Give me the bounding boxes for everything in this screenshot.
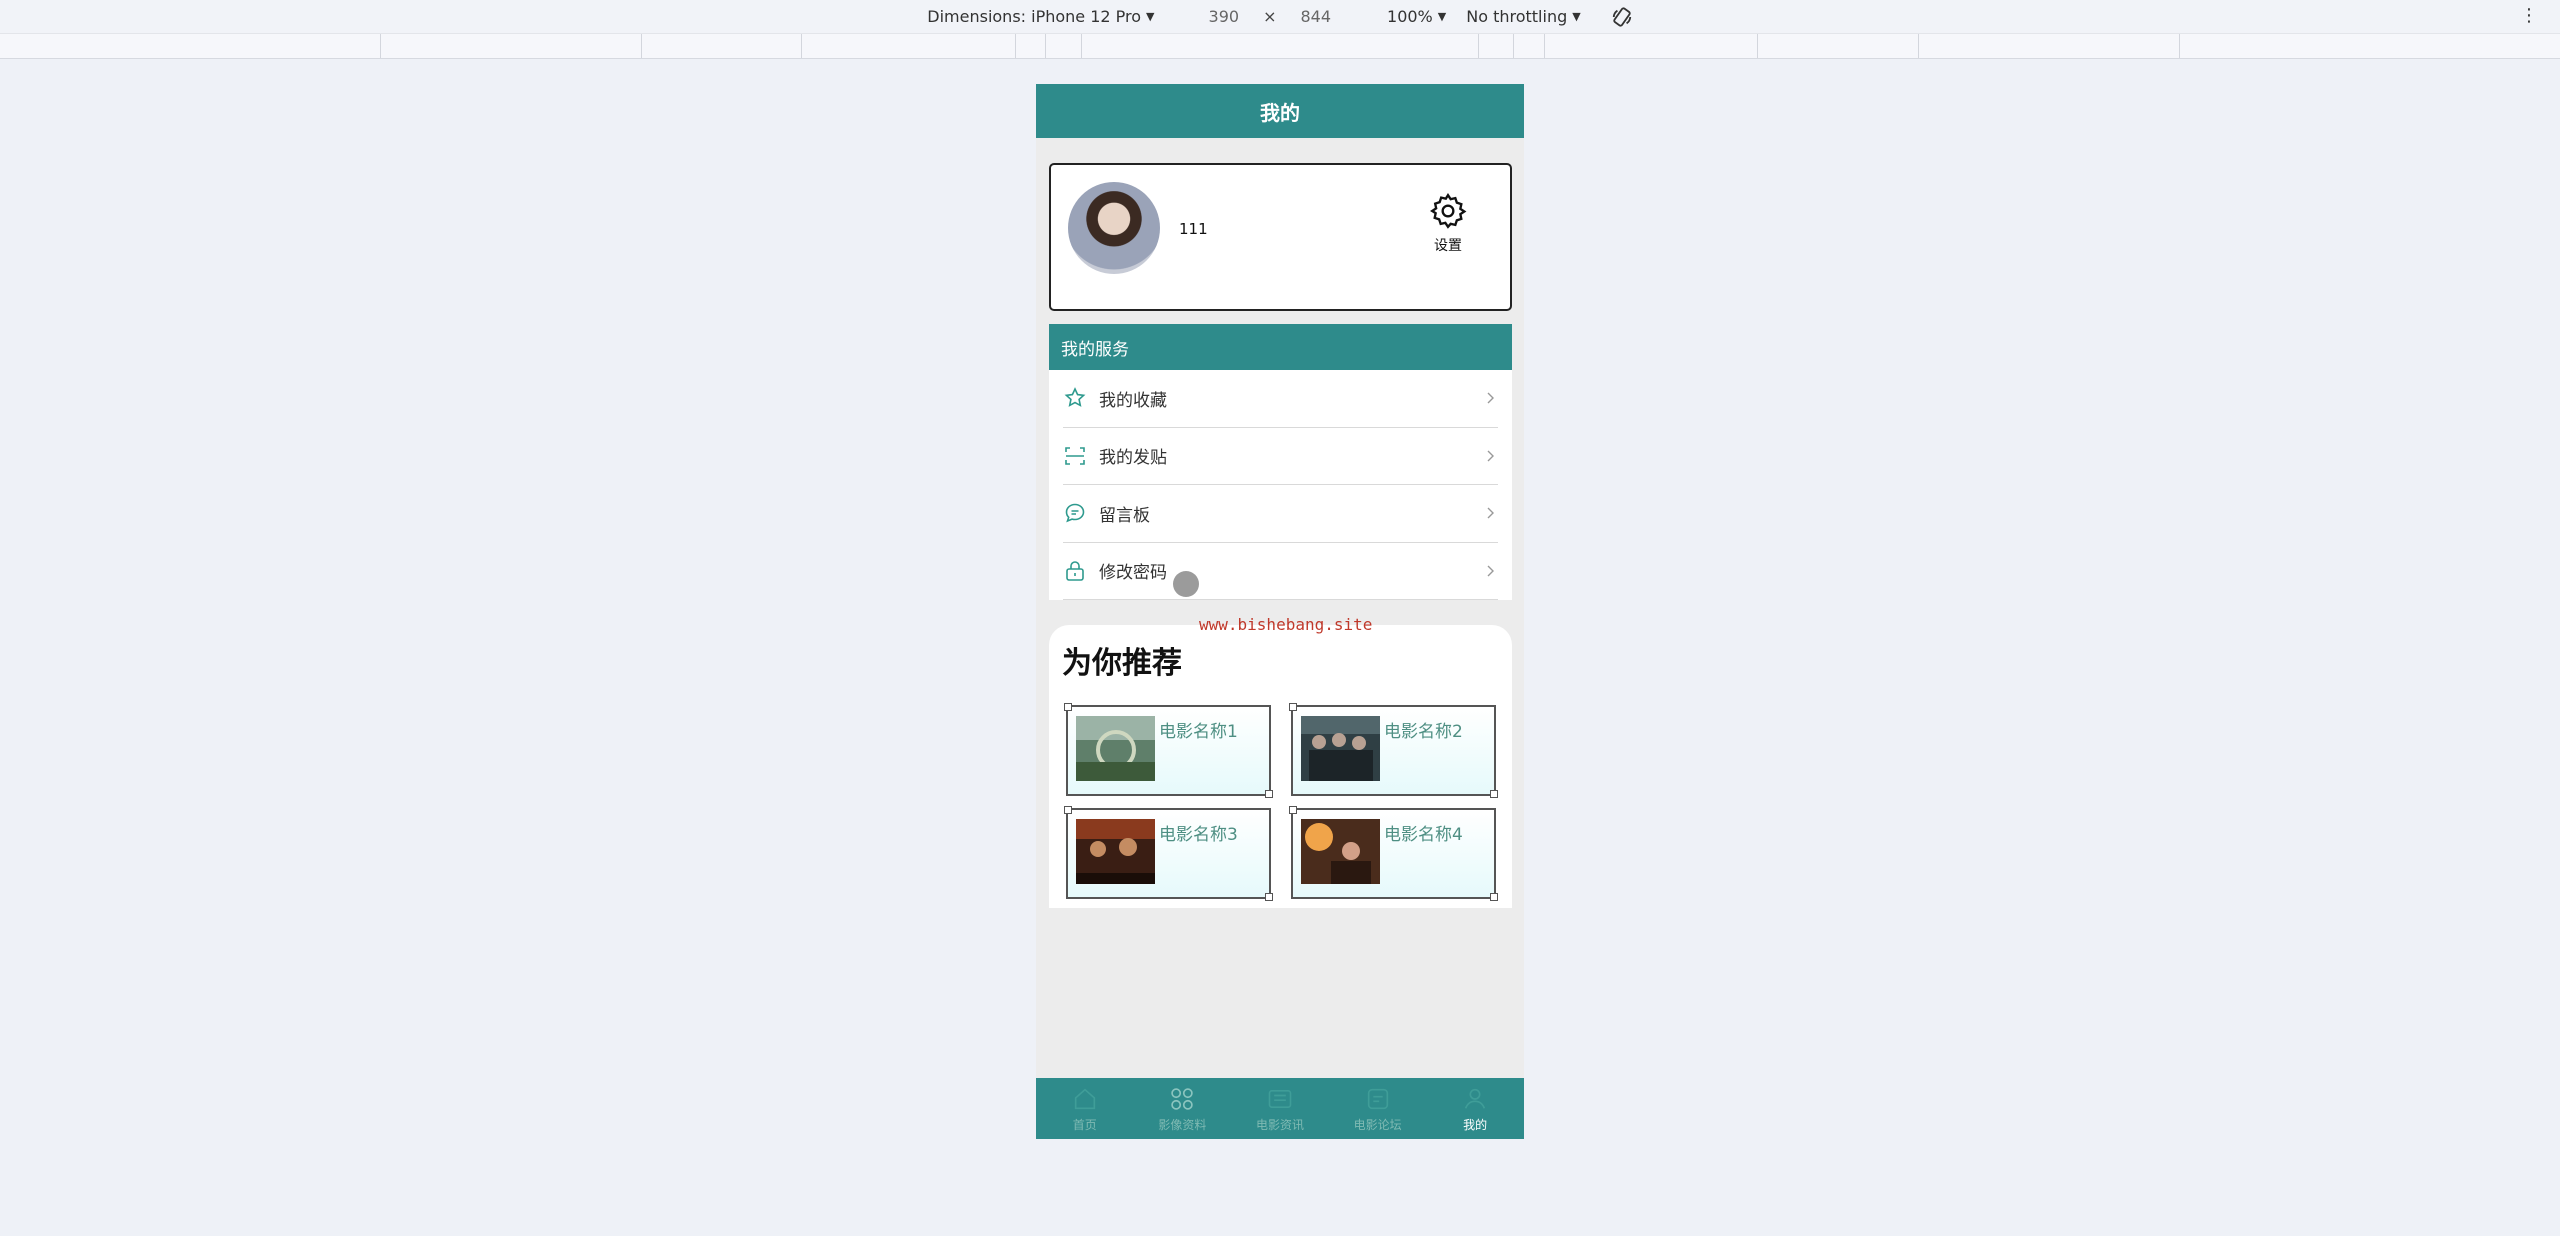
settings-label: 设置	[1434, 238, 1462, 254]
media-query-ruler	[0, 33, 2560, 59]
movie-card[interactable]: 电影名称2	[1289, 703, 1498, 798]
movie-thumbnail	[1076, 819, 1155, 884]
movie-name: 电影名称1	[1159, 722, 1238, 742]
zoom-dropdown[interactable]: 100% ▼	[1387, 7, 1446, 26]
tab-home[interactable]: 首页	[1036, 1078, 1134, 1139]
chevron-right-icon	[1487, 565, 1494, 577]
more-vertical-icon[interactable]: ⋮	[2520, 6, 2538, 26]
movie-thumbnail	[1076, 716, 1155, 781]
service-item-favorites[interactable]: 我的收藏	[1063, 370, 1498, 428]
throttle-dropdown[interactable]: No throttling ▼	[1466, 7, 1580, 26]
news-icon	[1268, 1090, 1292, 1108]
service-item-label: 留言板	[1099, 505, 1150, 526]
forum-icon	[1367, 1088, 1388, 1110]
watermark: www.bishebang.site	[1199, 615, 1373, 634]
device-width-input[interactable]: 390	[1209, 7, 1240, 26]
chevron-down-icon: ▼	[1437, 10, 1447, 23]
tab-label: 电影论坛	[1353, 1118, 1402, 1132]
tab-label: 影像资料	[1158, 1118, 1207, 1132]
tab-label: 电影资讯	[1255, 1118, 1304, 1132]
recommend-section: 为你推荐 电影名称1 电影名称2 电影名称3 电影名称4	[1049, 625, 1512, 908]
movie-name: 电影名称3	[1159, 825, 1238, 845]
chevron-down-icon: ▼	[1572, 10, 1581, 23]
chevron-down-icon: ▼	[1146, 10, 1155, 23]
user-icon	[1465, 1088, 1486, 1109]
devtools-device-toolbar: Dimensions: iPhone 12 Pro ▼ 390 × 844 10…	[0, 0, 2560, 33]
page-title: 我的	[1036, 84, 1524, 138]
chevron-right-icon	[1487, 450, 1494, 462]
lock-icon	[1066, 560, 1084, 581]
service-item-label: 我的收藏	[1099, 390, 1167, 411]
device-dimensions-dropdown[interactable]: Dimensions: iPhone 12 Pro ▼	[927, 7, 1154, 26]
bottom-tab-bar: 首页 影像资料 电影资讯 电影论坛 我的	[1036, 1078, 1524, 1139]
message-icon	[1065, 503, 1085, 523]
tab-mine[interactable]: 我的	[1426, 1078, 1524, 1139]
throttle-label: No throttling	[1466, 7, 1568, 26]
movie-card[interactable]: 电影名称4	[1289, 806, 1498, 901]
scan-icon	[1065, 446, 1085, 465]
movie-thumbnail	[1301, 716, 1380, 781]
tab-news[interactable]: 电影资讯	[1231, 1078, 1329, 1139]
movie-name: 电影名称2	[1384, 722, 1463, 742]
avatar[interactable]	[1068, 182, 1160, 274]
settings-button[interactable]: 设置	[1426, 191, 1470, 255]
rotate-icon[interactable]	[1611, 6, 1633, 28]
chevron-right-icon	[1487, 507, 1494, 519]
services-list: 我的收藏 我的发贴 留言板 修改密码	[1049, 370, 1512, 600]
home-icon	[1074, 1088, 1095, 1110]
phone-viewport: 我的 111 设置 我的服务 我的收藏 我的发贴 留言板 修改密码 为你推荐 电…	[1036, 84, 1524, 1139]
device-height-input[interactable]: 844	[1300, 7, 1331, 26]
touch-cursor	[1173, 571, 1199, 597]
movie-card[interactable]: 电影名称1	[1064, 703, 1273, 798]
services-header: 我的服务	[1049, 324, 1512, 370]
tab-label: 我的	[1463, 1118, 1488, 1132]
service-item-change-password[interactable]: 修改密码	[1063, 543, 1498, 600]
service-item-message-board[interactable]: 留言板	[1063, 485, 1498, 543]
profile-card: 111 设置	[1049, 163, 1512, 311]
tab-label: 首页	[1072, 1118, 1097, 1132]
grid-icon	[1171, 1088, 1194, 1110]
gear-icon	[1430, 193, 1467, 229]
service-item-posts[interactable]: 我的发贴	[1063, 428, 1498, 485]
movie-thumbnail	[1301, 819, 1380, 884]
movie-card[interactable]: 电影名称3	[1064, 806, 1273, 901]
movie-name: 电影名称4	[1384, 825, 1463, 845]
device-dimensions-label: Dimensions: iPhone 12 Pro	[927, 7, 1142, 26]
tab-media[interactable]: 影像资料	[1134, 1078, 1232, 1139]
dimension-separator: ×	[1263, 7, 1277, 26]
service-item-label: 我的发贴	[1099, 448, 1167, 469]
star-icon	[1064, 387, 1086, 408]
tab-forum[interactable]: 电影论坛	[1329, 1078, 1427, 1139]
zoom-label: 100%	[1387, 7, 1433, 26]
username: 111	[1179, 220, 1208, 238]
chevron-right-icon	[1487, 392, 1494, 404]
recommend-title: 为你推荐	[1062, 646, 1182, 681]
service-item-label: 修改密码	[1099, 563, 1167, 584]
